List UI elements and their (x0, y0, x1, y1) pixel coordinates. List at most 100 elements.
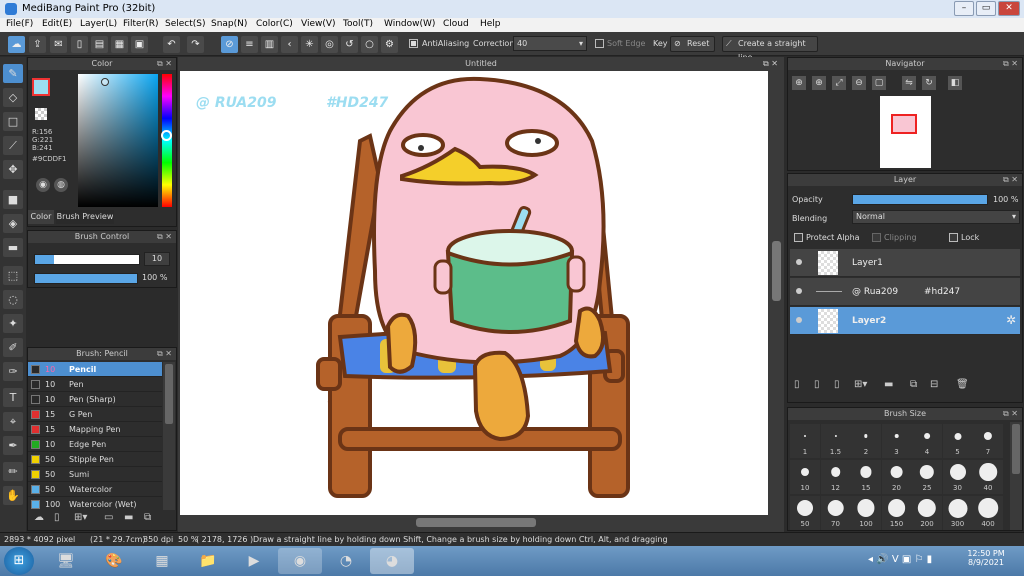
zoom-in-alt-icon[interactable]: ⊕ (812, 76, 826, 90)
scrollbar-thumb[interactable] (165, 364, 173, 424)
eraser-tool-icon[interactable]: ◇ (3, 88, 23, 107)
operation-tool-icon[interactable]: ⌖ (3, 412, 23, 431)
navigator-preview[interactable] (880, 96, 931, 168)
menu-view[interactable]: View(V) (301, 19, 336, 29)
brush-cloud-icon[interactable]: ☁ (34, 512, 44, 523)
menu-tool[interactable]: Tool(T) (343, 19, 373, 29)
maximize-button[interactable]: ▭ (976, 1, 996, 16)
menu-edit[interactable]: Edit(E) (42, 19, 72, 29)
canvas-vertical-scrollbar[interactable] (770, 71, 783, 515)
bucket-tool-icon[interactable]: ◈ (3, 214, 23, 233)
color-history-icon[interactable]: ◍ (54, 178, 68, 192)
list-item[interactable]: 50 Sumi (28, 467, 162, 482)
text-tool-icon[interactable]: T (3, 388, 23, 407)
cloud-icon[interactable]: ☁ (8, 36, 25, 53)
protect-alpha-checkbox[interactable] (794, 233, 803, 242)
brush-size-option[interactable]: 40 (973, 460, 1003, 494)
circle-snap-icon[interactable]: ◎ (321, 36, 338, 53)
redo-icon[interactable]: ↷ (187, 36, 204, 53)
panel-controls-icon[interactable]: ⧉ ✕ (1003, 174, 1018, 186)
select-rect-icon[interactable]: ⬚ (3, 266, 23, 285)
rotate-icon[interactable]: ↻ (922, 76, 936, 90)
halftone-layer-icon[interactable]: ▯ (834, 379, 840, 390)
brush-size-option[interactable]: 300 (942, 496, 973, 530)
brush-size-option[interactable]: 25 (912, 460, 942, 494)
app-icon-green[interactable]: ◔ (324, 548, 368, 574)
brush-size-option[interactable]: 15 (851, 460, 881, 494)
brush-size-option[interactable]: 100 (851, 496, 881, 530)
open-file-icon[interactable]: ▤ (91, 36, 108, 53)
shape-fill-icon[interactable]: ■ (3, 190, 23, 209)
settings-icon[interactable]: ⚙ (381, 36, 398, 53)
comment-icon[interactable]: ✉ (50, 36, 67, 53)
snap-off-icon[interactable]: ⊘ (221, 36, 238, 53)
cross-snap-icon[interactable]: ▥ (261, 36, 278, 53)
vanishing-snap-icon[interactable]: ‹ (281, 36, 298, 53)
grid-icon[interactable]: ▦ (111, 36, 128, 53)
folder-icon[interactable]: ▬ (884, 379, 893, 390)
chrome-icon[interactable]: ◉ (278, 548, 322, 574)
layer-opacity-slider[interactable] (852, 194, 988, 205)
media-player-icon[interactable]: ▶ (232, 548, 276, 574)
brush-size-option[interactable]: 50 (790, 496, 820, 530)
hue-handle[interactable] (161, 130, 172, 141)
folder-icon[interactable]: ▬ (124, 512, 133, 523)
merge-layer-icon[interactable]: ⊟ (930, 379, 938, 390)
brush-size-option[interactable]: 1.5 (820, 424, 851, 458)
gear-icon[interactable]: ✲ (1006, 313, 1016, 327)
brush-size-option[interactable]: 4 (912, 424, 942, 458)
primary-color-swatch[interactable] (32, 78, 50, 96)
brush-size-value[interactable]: 10 (144, 252, 170, 266)
brush-size-option[interactable]: 30 (942, 460, 973, 494)
list-item[interactable]: 10 Edge Pen (28, 437, 162, 452)
brush-opacity-slider[interactable] (34, 273, 138, 284)
brush-size-option[interactable]: 10 (790, 460, 820, 494)
layer-row[interactable]: Layer1 (790, 249, 1020, 277)
lock-checkbox[interactable] (949, 233, 958, 242)
clipping-checkbox[interactable] (872, 233, 881, 242)
duplicate-icon[interactable]: ⧉ (144, 512, 151, 523)
panel-controls-icon[interactable]: ⧉ ✕ (157, 348, 172, 360)
new-layer-icon[interactable]: ▯ (794, 379, 800, 390)
dot-tool-icon[interactable]: □ (3, 112, 23, 131)
actual-size-icon[interactable]: ▢ (872, 76, 886, 90)
menu-select[interactable]: Select(S) (165, 19, 206, 29)
gradient-tool-icon[interactable]: ▬ (3, 238, 23, 257)
antialiasing-checkbox[interactable] (409, 39, 418, 48)
select-eraser-icon[interactable]: ✑ (3, 362, 23, 381)
save-icon[interactable]: ▣ (131, 36, 148, 53)
panel-controls-icon[interactable]: ⧉ ✕ (763, 57, 778, 70)
brush-size-option[interactable]: 1 (790, 424, 820, 458)
list-item[interactable]: 10 Pen (Sharp) (28, 392, 162, 407)
add-brush-icon[interactable]: ⊞▾ (74, 512, 87, 523)
picker-handle[interactable] (101, 78, 109, 86)
visibility-icon[interactable] (796, 288, 802, 294)
blending-select[interactable]: Normal ▾ (852, 210, 1020, 224)
file-explorer-icon[interactable]: 📁 (186, 548, 230, 574)
canvas-horizontal-scrollbar[interactable] (180, 516, 768, 529)
scrollbar-thumb[interactable] (772, 241, 781, 301)
fit-icon[interactable]: ⤢ (832, 76, 846, 90)
zoom-out-icon[interactable]: ⊖ (852, 76, 866, 90)
rotate-reset-icon[interactable]: ◧ (948, 76, 962, 90)
list-item[interactable]: 15 G Pen (28, 407, 162, 422)
start-button[interactable]: ⊞ (4, 547, 34, 575)
panel-controls-icon[interactable]: ⧉ ✕ (157, 231, 172, 243)
visibility-icon[interactable] (796, 259, 802, 265)
list-item[interactable]: 10Pencil✲ (28, 362, 162, 377)
magic-wand-icon[interactable]: ✦ (3, 314, 23, 333)
layer-row[interactable]: Layer2 ✲ (790, 307, 1020, 335)
list-item[interactable]: 10 Pen (28, 377, 162, 392)
brush-size-option[interactable]: 400 (973, 496, 1003, 530)
new-layer-alt-icon[interactable]: ▯ (814, 379, 820, 390)
flip-icon[interactable]: ⇋ (902, 76, 916, 90)
share-icon[interactable]: ⇪ (29, 36, 46, 53)
soft-edge-checkbox[interactable] (595, 39, 604, 48)
select-pen-icon[interactable]: ✐ (3, 338, 23, 357)
clock[interactable]: 12:50 PM 8/9/2021 (966, 549, 1006, 567)
panel-controls-icon[interactable]: ⧉ ✕ (157, 58, 172, 70)
list-item[interactable]: 50 Stipple Pen (28, 452, 162, 467)
close-button[interactable]: ✕ (998, 1, 1020, 16)
menu-window[interactable]: Window(W) (384, 19, 435, 29)
undo-icon[interactable]: ↶ (163, 36, 180, 53)
